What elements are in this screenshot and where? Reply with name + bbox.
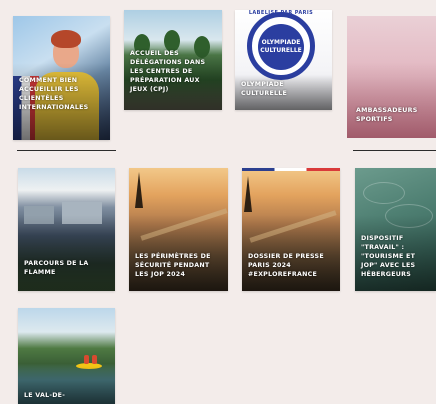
- section-divider: [17, 150, 116, 151]
- card-title: DOSSIER DE PRESSE PARIS 2024 #EXPLOREFRA…: [248, 253, 324, 278]
- card-ambassadeurs-sportifs[interactable]: AMBASSADEURS SPORTIFS: [347, 16, 436, 138]
- card-title: ACCUEIL DES DÉLÉGATIONS DANS LES CENTRES…: [130, 50, 206, 93]
- section-divider: [353, 150, 436, 151]
- card-title: COMMENT BIEN ACCUEILLIR LES CLIENTÈLES I…: [19, 77, 89, 111]
- kayaker-shape: [84, 355, 89, 364]
- person-hair: [51, 30, 81, 48]
- logo-line1: OLYMPIADE: [261, 39, 301, 46]
- card-accueil-delegations[interactable]: ACCUEIL DES DÉLÉGATIONS DANS LES CENTRES…: [124, 10, 222, 110]
- card-val-de[interactable]: LE VAL-DE-: [18, 308, 115, 404]
- eiffel-tower-shape: [244, 176, 252, 212]
- eiffel-tower-shape: [135, 172, 143, 208]
- kayaker-shape: [92, 355, 97, 364]
- card-overlay: [347, 62, 436, 138]
- card-overlay: [18, 214, 115, 291]
- card-parcours-flamme[interactable]: PARCOURS DE LA FLAMME: [18, 168, 115, 291]
- card-dossier-presse[interactable]: DOSSIER DE PRESSE PARIS 2024 #EXPLOREFRA…: [242, 168, 340, 291]
- card-dispositif-travail[interactable]: DISPOSITIF "TRAVAIL" : "TOURISME ET JOP"…: [355, 168, 436, 291]
- olympiade-logo: OLYMPIADE CULTURELLE: [258, 24, 304, 70]
- card-title: OLYMPIADE CULTURELLE: [241, 81, 288, 97]
- card-perimetres-securite[interactable]: LES PÉRIMÈTRES DE SÉCURITÉ PENDANT LES J…: [129, 168, 228, 291]
- card-olympiade-culturelle[interactable]: LABELISÉ PAR PARIS 2024 OLYMPIADE CULTUR…: [235, 10, 332, 110]
- logo-line2: CULTURELLE: [260, 47, 302, 54]
- card-title: AMBASSADEURS SPORTIFS: [356, 107, 418, 123]
- card-clienteles-internationales[interactable]: COMMENT BIEN ACCUEILLIR LES CLIENTÈLES I…: [13, 16, 110, 140]
- card-title: DISPOSITIF "TRAVAIL" : "TOURISME ET JOP"…: [361, 235, 416, 278]
- card-title: LE VAL-DE-: [24, 392, 66, 399]
- card-title: PARCOURS DE LA FLAMME: [24, 260, 89, 276]
- water-ripple: [363, 182, 405, 204]
- flag-strip: [242, 168, 340, 171]
- card-title: LES PÉRIMÈTRES DE SÉCURITÉ PENDANT LES J…: [135, 253, 211, 278]
